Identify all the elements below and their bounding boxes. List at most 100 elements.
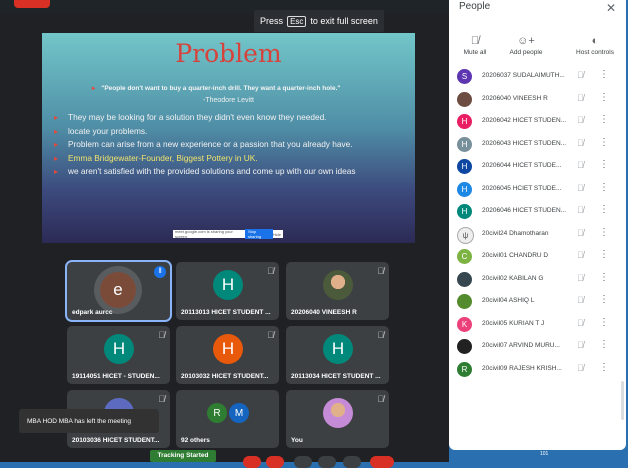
mic-off-icon: 🎙̸ (158, 330, 165, 340)
mic-off-icon[interactable]: 🎙̸ (577, 318, 584, 328)
avatar: H (457, 204, 472, 219)
participant-name: 20206042 HICET STUDEN... (482, 117, 567, 124)
leave-tab[interactable] (14, 0, 50, 8)
list-item[interactable]: 20civil04 ASHIQ L 🎙̸ ⋮ (449, 291, 626, 313)
list-item[interactable]: R 20civil09 RAJESH KRISH... 🎙̸ ⋮ (449, 359, 626, 381)
slide-bullet: Problem can arise from a new experience … (54, 138, 394, 152)
mic-off-icon[interactable]: 🎙̸ (577, 295, 584, 305)
more-options-icon[interactable]: ⋮ (599, 137, 609, 148)
participant-name: 20civil04 ASHIQ L (482, 297, 535, 304)
slide-author: -Theodore Levitt (203, 97, 254, 104)
list-item[interactable]: H 20206044 HICET STUDE... 🎙̸ ⋮ (449, 156, 626, 178)
panel-scrollbar[interactable] (621, 381, 624, 420)
mic-off-icon[interactable]: 🎙̸ (577, 115, 584, 125)
more-options-icon[interactable]: ⋮ (599, 204, 609, 215)
esc-key: Esc (287, 15, 307, 27)
slide-quote: ▸ "People don't want to buy a quarter-inc… (92, 85, 341, 92)
share-bar-text: meet.google.com is sharing your screen. (175, 229, 233, 239)
more-options-icon[interactable]: ⋮ (599, 294, 609, 305)
list-item[interactable]: ψ 20civil24 Dhamotharan 🎙̸ ⋮ (449, 224, 626, 246)
mic-off-icon[interactable]: 🎙̸ (577, 70, 584, 80)
mic-off-icon[interactable]: 🎙̸ (577, 138, 584, 148)
participant-name: 20103032 HICET STUDENT... (181, 373, 269, 380)
mic-off-icon[interactable]: 🎙̸ (577, 250, 584, 260)
participant-name: 20civil05 KURIAN T J (482, 319, 545, 327)
mic-off-icon[interactable]: 🎙̸ (577, 160, 584, 170)
avatar: H (457, 136, 472, 152)
present-control[interactable] (318, 456, 336, 468)
captions-control[interactable] (294, 456, 312, 468)
list-item[interactable]: C 20civil01 CHANDRU D 🎙̸ ⋮ (449, 246, 626, 268)
avatar (457, 271, 472, 287)
list-item[interactable]: 20civil02 KABILAN G 🎙̸ ⋮ (449, 269, 626, 291)
list-item[interactable]: H 20206045 HCIET STUDE... 🎙̸ ⋮ (449, 179, 626, 201)
mic-off-icon: 🎙̸ (470, 35, 480, 47)
more-options-icon[interactable]: ⋮ (599, 114, 609, 125)
add-people-button[interactable]: ☺+ Add people (501, 33, 551, 56)
mic-off-icon: 🎙̸ (377, 330, 384, 340)
more-options-icon[interactable]: ⋮ (599, 92, 609, 103)
mic-control[interactable] (243, 456, 261, 468)
avatar: H (323, 334, 353, 364)
end-call-control[interactable] (370, 456, 394, 468)
more-options-icon[interactable]: ⋮ (599, 159, 609, 170)
participant-tile[interactable]: H 20113013 HICET STUDENT ... 🎙̸ (176, 262, 279, 320)
avatar: C (457, 249, 472, 264)
mic-off-icon[interactable]: 🎙̸ (577, 273, 584, 283)
list-item[interactable]: H 20206043 HICET STUDEN... 🎙̸ ⋮ (449, 134, 626, 156)
others-avatars: RM (206, 398, 250, 428)
slide-title: Problem (175, 39, 282, 68)
participant-name: 20206046 HICET STUDEN... (482, 207, 567, 214)
list-item[interactable]: K 20civil05 KURIAN T J 🎙̸ ⋮ (449, 314, 626, 336)
shared-slide: Problem ▸ "People don't want to buy a qua… (42, 33, 415, 243)
mic-off-icon[interactable]: 🎙̸ (577, 93, 584, 103)
mic-off-icon[interactable]: 🎙̸ (577, 363, 584, 373)
participant-name: 20civil24 Dhamotharan (482, 229, 549, 237)
more-options-icon[interactable]: ⋮ (599, 317, 609, 328)
list-item[interactable]: H 20206042 HICET STUDEN... 🎙̸ ⋮ (449, 111, 626, 133)
list-item[interactable]: S 20206037 SUDALAIMUTH... 🎙̸ ⋮ (449, 66, 626, 88)
participant-name: 20civil02 KABILAN G (482, 274, 544, 282)
more-options-icon[interactable]: ⋮ (599, 182, 609, 193)
participant-tile[interactable]: 20206040 VINEESH R 🎙̸ (286, 262, 389, 320)
more-options-icon[interactable]: ⋮ (599, 69, 609, 80)
more-options-icon[interactable]: ⋮ (599, 272, 609, 283)
mic-off-icon[interactable]: 🎙̸ (577, 183, 584, 193)
more-options-icon[interactable]: ⋮ (599, 339, 609, 350)
mute-all-button[interactable]: 🎙̸ Mute all (455, 33, 495, 56)
mic-off-icon[interactable]: 🎙̸ (577, 205, 584, 215)
hide-button[interactable]: Hide (273, 232, 281, 237)
more-options-icon[interactable]: ⋮ (599, 362, 609, 373)
participant-tile[interactable]: e edpark aurcc ⦀ (65, 260, 172, 322)
list-item[interactable]: 20civil07 ARVIND MURU... 🎙̸ ⋮ (449, 336, 626, 358)
slide-bullet: Emma Bridgewater-Founder, Biggest Potter… (54, 152, 394, 166)
mic-off-icon: 🎙̸ (377, 394, 384, 404)
participant-tile[interactable]: R M 92 others (176, 390, 279, 448)
people-panel: People ✕ 🎙̸ Mute all ☺+ Add people ◐ Hos… (449, 0, 626, 450)
mic-off-icon[interactable]: 🎙̸ (577, 228, 584, 238)
participant-tile[interactable]: H 20103032 HICET STUDENT... 🎙̸ (176, 326, 279, 384)
participant-name: edpark aurcc (72, 309, 113, 316)
more-control[interactable] (343, 456, 361, 468)
panel-title: People (459, 1, 491, 12)
close-icon[interactable]: ✕ (606, 1, 616, 15)
mic-off-icon[interactable]: 🎙̸ (577, 340, 584, 350)
participant-tile[interactable]: You 🎙̸ (286, 390, 389, 448)
list-item[interactable]: 20206040 VINEESH R 🎙̸ ⋮ (449, 89, 626, 111)
avatar: H (213, 334, 243, 364)
avatar: H (104, 334, 134, 364)
participant-tile[interactable]: H 20113034 HICET STUDENT ... 🎙̸ (286, 326, 389, 384)
avatar (457, 91, 472, 107)
stop-sharing-button[interactable]: Stop sharing (244, 229, 273, 239)
avatar: H (213, 270, 243, 300)
participant-name: 20civil01 CHANDRU D (482, 252, 549, 259)
participant-name: 19114051 HICET - STUDEN... (72, 373, 160, 380)
participant-name: 20civil07 ARVIND MURU... (482, 342, 560, 349)
more-options-icon[interactable]: ⋮ (599, 249, 609, 260)
camera-control[interactable] (266, 456, 284, 468)
more-options-icon[interactable]: ⋮ (599, 227, 609, 238)
list-item[interactable]: H 20206046 HICET STUDEN... 🎙̸ ⋮ (449, 201, 626, 223)
host-controls-button[interactable]: ◐ Host controls (565, 33, 625, 56)
slide-bullet: locate your problems. (54, 125, 394, 139)
participant-tile[interactable]: H 19114051 HICET - STUDEN... 🎙̸ (67, 326, 170, 384)
